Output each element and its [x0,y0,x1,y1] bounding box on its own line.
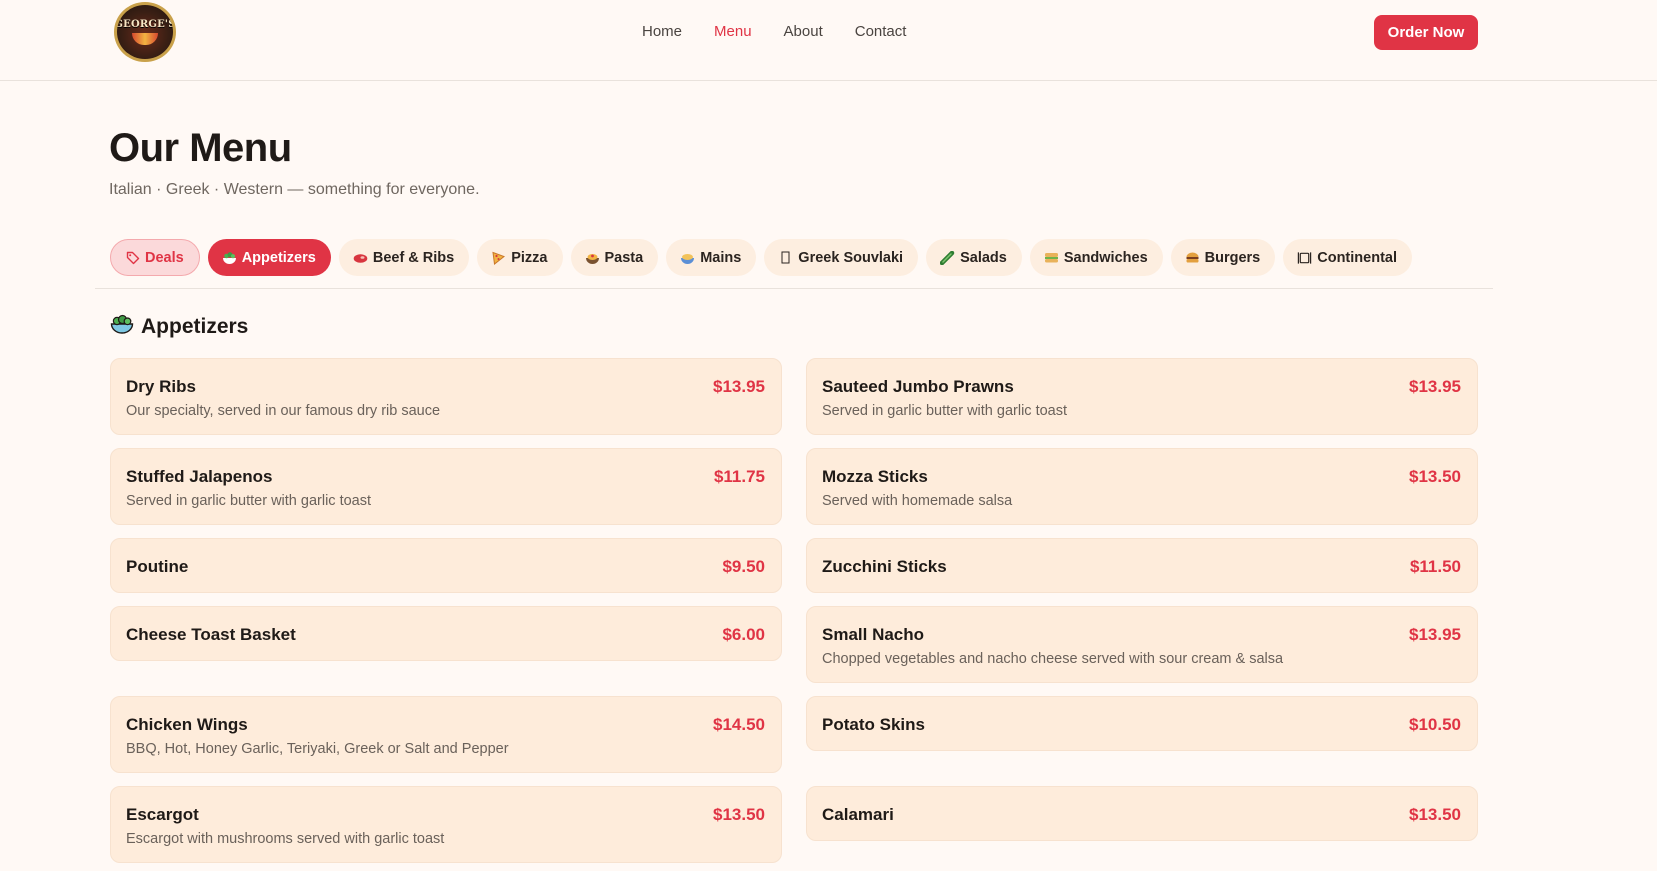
tab-label: Mains [700,249,742,266]
menu-item-card[interactable]: Potato Skins $10.50 [806,696,1478,751]
item-name: Dry Ribs [126,377,196,396]
item-price: $11.75 [713,467,765,486]
tag-icon [125,251,140,265]
item-description: Our specialty, served in our famous dry … [126,403,441,419]
menu-item-card[interactable]: Cheese Toast Basket $6.00 [110,606,782,661]
page-subtitle: Italian · Greek · Western — something fo… [109,181,480,198]
missing-glyph-icon [778,251,793,264]
tabs-divider [95,288,1493,289]
nav-contact[interactable]: Contact [855,23,907,40]
menu-item-card[interactable]: Sauteed Jumbo Prawns $13.95 Served in ga… [806,358,1478,435]
item-price: $13.50 [1409,467,1461,486]
tab-beef-ribs[interactable]: Beef & Ribs [338,239,470,276]
pizza-icon [491,251,506,265]
menu-item-card[interactable]: Escargot $13.50 Escargot with mushrooms … [110,786,782,863]
menu-item-card[interactable]: Chicken Wings $14.50 BBQ, Hot, Honey Gar… [110,696,782,773]
item-name: Calamari [822,805,894,824]
cucumber-icon [940,250,955,265]
page-title: Our Menu [109,126,292,170]
tab-continental[interactable]: Continental [1283,239,1412,276]
tab-mains[interactable]: Mains [666,239,757,276]
burger-icon [1185,251,1200,264]
tab-label: Pizza [511,249,548,266]
item-name: Cheese Toast Basket [126,625,296,644]
item-name: Stuffed Jalapenos [126,467,273,486]
menu-item-card[interactable]: Mozza Sticks $13.50 Served with homemade… [806,448,1478,525]
menu-item-card[interactable]: Small Nacho $13.95 Chopped vegetables an… [806,606,1478,683]
item-price: $13.95 [1409,625,1461,644]
menu-item-card[interactable]: Dry Ribs $13.95 Our specialty, served in… [110,358,782,435]
item-price: $13.50 [713,805,765,824]
tab-sandwiches[interactable]: Sandwiches [1029,239,1163,276]
item-name: Chicken Wings [126,715,248,734]
menu-item-card[interactable]: Zucchini Sticks $11.50 [806,538,1478,593]
pizza-icon [132,33,158,45]
item-price: $13.50 [1409,805,1461,824]
item-description: Escargot with mushrooms served with garl… [126,831,445,847]
tab-greek-souvlaki[interactable]: Greek Souvlaki [764,239,919,276]
order-now-button[interactable]: Order Now [1374,15,1478,50]
item-price: $10.50 [1409,715,1461,734]
item-price: $6.00 [722,625,765,644]
tab-label: Beef & Ribs [372,249,455,266]
item-name: Mozza Sticks [822,467,928,486]
section-label: Appetizers [141,315,249,338]
item-name: Poutine [126,557,189,576]
tab-label: Sandwiches [1063,249,1148,266]
section-title: Appetizers [110,313,248,341]
item-name: Small Nacho [822,625,925,644]
main-nav: Home Menu About Contact [642,23,906,40]
pasta-icon [585,251,600,265]
tab-deals[interactable]: Deals [110,239,200,276]
item-description: Chopped vegetables and nacho cheese serv… [822,651,1284,667]
plate-icon [1297,251,1312,265]
item-name: Zucchini Sticks [822,557,947,576]
item-description: Served in garlic butter with garlic toas… [126,493,371,509]
tab-label: Continental [1317,249,1397,266]
tab-salads[interactable]: Salads [926,239,1022,276]
logo[interactable]: GEORGE'S [114,2,176,62]
salad-bowl-icon [222,251,237,265]
nav-home[interactable]: Home [642,23,682,40]
tab-label: Salads [960,249,1007,266]
tab-label: Burgers [1204,249,1261,266]
item-price: $13.95 [713,377,765,396]
item-price: $14.50 [713,715,765,734]
site-header: GEORGE'S Home Menu About Contact Order N… [0,0,1657,81]
tab-label: Deals [145,249,184,266]
item-name: Potato Skins [822,715,925,734]
category-tabs: Deals Appetizers Beef & Ribs Pizza Pasta… [110,239,1412,276]
salad-bowl-icon [110,313,134,341]
nav-menu[interactable]: Menu [714,23,752,40]
tab-label: Appetizers [241,249,316,266]
item-name: Sauteed Jumbo Prawns [822,377,1014,396]
steak-icon [353,252,368,264]
item-description: Served in garlic butter with garlic toas… [822,403,1067,419]
tab-pizza[interactable]: Pizza [477,239,563,276]
tab-label: Greek Souvlaki [798,249,904,266]
tab-burgers[interactable]: Burgers [1170,239,1276,276]
item-name: Escargot [126,805,199,824]
menu-item-card[interactable]: Calamari $13.50 [806,786,1478,841]
menu-item-card[interactable]: Stuffed Jalapenos $11.75 Served in garli… [110,448,782,525]
tab-appetizers[interactable]: Appetizers [207,239,331,276]
tab-pasta[interactable]: Pasta [570,239,659,276]
logo-text: GEORGE'S [114,19,176,30]
item-price: $13.95 [1409,377,1461,396]
item-price: $9.50 [722,557,765,576]
item-description: Served with homemade salsa [822,493,1013,509]
menu-item-card[interactable]: Poutine $9.50 [110,538,782,593]
bowl-icon [680,251,695,265]
sandwich-icon [1044,251,1059,264]
item-price: $11.50 [1409,557,1461,576]
item-description: BBQ, Hot, Honey Garlic, Teriyaki, Greek … [126,741,509,757]
tab-label: Pasta [604,249,644,266]
nav-about[interactable]: About [784,23,823,40]
